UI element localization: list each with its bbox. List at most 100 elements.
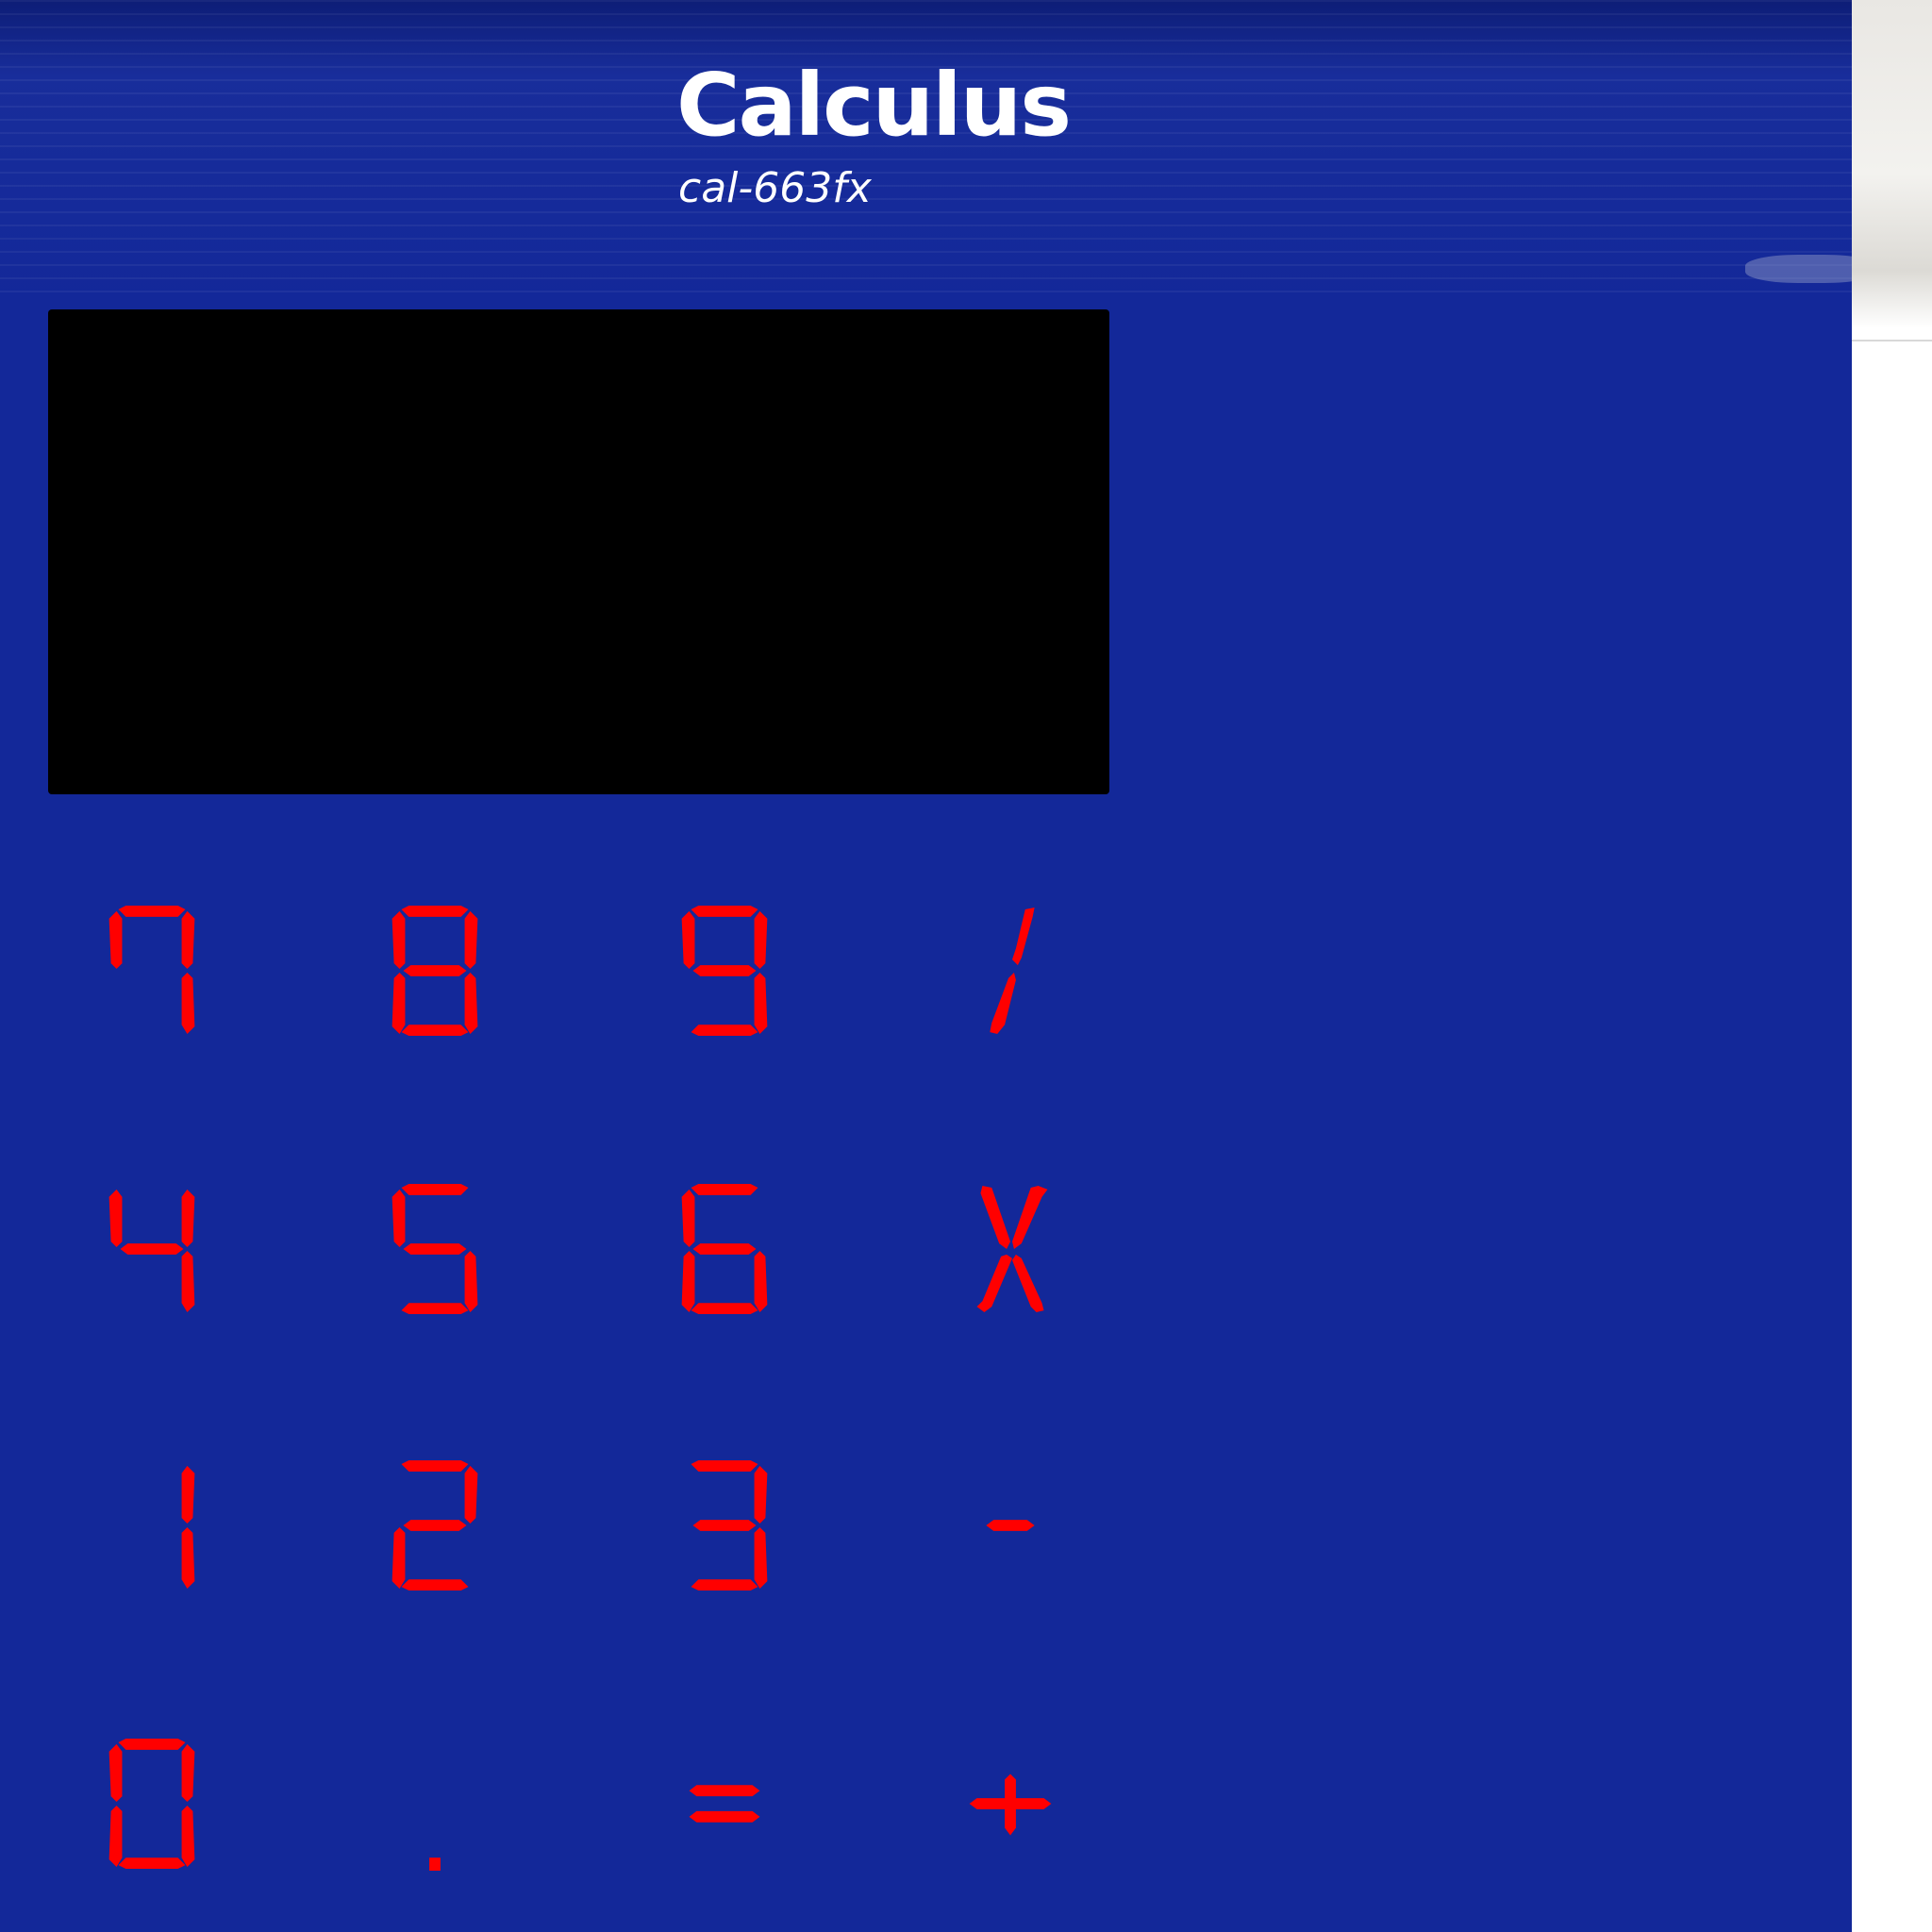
model-label: cal-663fx (678, 164, 872, 212)
segment-c (754, 1526, 768, 1590)
segment-f (681, 1189, 695, 1248)
segment-d (691, 1579, 758, 1591)
segment-d (401, 1303, 469, 1315)
segment-e (108, 1805, 123, 1868)
key-2-button[interactable] (341, 1432, 529, 1621)
segment-g (692, 965, 757, 976)
decimal-dot (429, 1857, 441, 1871)
key-equals-button[interactable] (630, 1710, 819, 1899)
segment-g (403, 965, 467, 976)
key-5-glyph (391, 1184, 478, 1315)
segment-d (401, 1579, 469, 1591)
key-6-button[interactable] (630, 1156, 819, 1344)
key-1-glyph (181, 1465, 195, 1590)
segment-b (464, 1465, 478, 1524)
segment-g (692, 1520, 757, 1531)
segment-c (181, 972, 195, 1035)
segment-b (464, 910, 478, 970)
segment-d (691, 1024, 758, 1037)
key-divide-button[interactable] (916, 877, 1105, 1066)
segment-a (118, 906, 186, 917)
segment-g (120, 1243, 184, 1255)
slash-upper (1011, 907, 1035, 966)
segment-c (464, 1250, 478, 1313)
segment-b (754, 1465, 768, 1524)
key-4-glyph (108, 1189, 195, 1313)
cross-upper-right (1011, 1185, 1048, 1250)
segment-a (691, 906, 758, 917)
segment-a (118, 1739, 186, 1750)
key-0-button[interactable] (58, 1710, 246, 1899)
key-5-button[interactable] (341, 1156, 529, 1344)
segment-b (181, 910, 195, 970)
key-8-glyph (391, 906, 478, 1037)
slash-lower (990, 972, 1016, 1035)
segment-c (181, 1805, 195, 1868)
segment-f (108, 1743, 123, 1803)
segment-b (181, 1189, 195, 1248)
key-multiply-button[interactable] (916, 1156, 1105, 1344)
key-6-glyph (681, 1184, 768, 1315)
plus-stem (1005, 1774, 1016, 1836)
segment-a (691, 1460, 758, 1472)
segment-c (181, 1526, 195, 1590)
segment-d (691, 1303, 758, 1315)
key-9-glyph (681, 906, 768, 1037)
cross-lower-left (976, 1254, 1012, 1313)
key-equals-glyph (689, 1785, 760, 1823)
segment-b (181, 1465, 195, 1524)
segment-a (401, 906, 469, 917)
key-2-glyph (391, 1460, 478, 1591)
segment-f (391, 910, 406, 970)
keypad (48, 849, 1191, 1906)
key-multiply-glyph (976, 1185, 1048, 1313)
segment-c (464, 972, 478, 1035)
key-3-glyph (691, 1460, 768, 1591)
key-decimal-glyph (429, 1857, 441, 1871)
key-3-button[interactable] (630, 1432, 819, 1621)
segment-f (108, 910, 123, 970)
cross-lower-right (1011, 1254, 1044, 1313)
key-8-button[interactable] (341, 877, 529, 1066)
segment-g (403, 1243, 467, 1255)
segment-d (401, 1024, 469, 1037)
key-decimal-button[interactable] (341, 1710, 529, 1899)
segment-a (691, 1184, 758, 1195)
calculator-panel: Calculus cal-663fx (0, 0, 1852, 1932)
segment-d (118, 1857, 186, 1870)
app-title: Calculus (676, 55, 1072, 156)
key-add-button[interactable] (916, 1710, 1105, 1899)
segment-b (181, 1743, 195, 1803)
cross-upper-left (980, 1185, 1010, 1250)
key-7-button[interactable] (58, 877, 246, 1066)
key-subtract-button[interactable] (916, 1432, 1105, 1621)
segment-a (401, 1184, 469, 1195)
segment-f (681, 910, 695, 970)
segment-g (403, 1520, 467, 1531)
segment-c (754, 972, 768, 1035)
segment-f (391, 1189, 406, 1248)
minus-bar (986, 1520, 1035, 1531)
background-strip (1852, 0, 1932, 1932)
key-9-button[interactable] (630, 877, 819, 1066)
segment-e (681, 1250, 695, 1313)
segment-c (754, 1250, 768, 1313)
key-subtract-glyph (986, 1520, 1035, 1531)
segment-e (391, 972, 406, 1035)
key-add-glyph (969, 1774, 1052, 1836)
segment-c (181, 1250, 195, 1313)
segment-e (391, 1526, 406, 1590)
segment-g (692, 1243, 757, 1255)
key-0-glyph (108, 1739, 195, 1870)
key-4-button[interactable] (58, 1156, 246, 1344)
key-divide-glyph (990, 907, 1035, 1035)
display-screen (48, 309, 1109, 794)
key-1-button[interactable] (58, 1432, 246, 1621)
equals-top (689, 1785, 760, 1797)
key-7-glyph (108, 906, 195, 1035)
equals-bottom (689, 1810, 760, 1823)
segment-b (754, 910, 768, 970)
segment-f (108, 1189, 123, 1248)
page: Calculus cal-663fx (0, 0, 1932, 1932)
segment-a (401, 1460, 469, 1472)
